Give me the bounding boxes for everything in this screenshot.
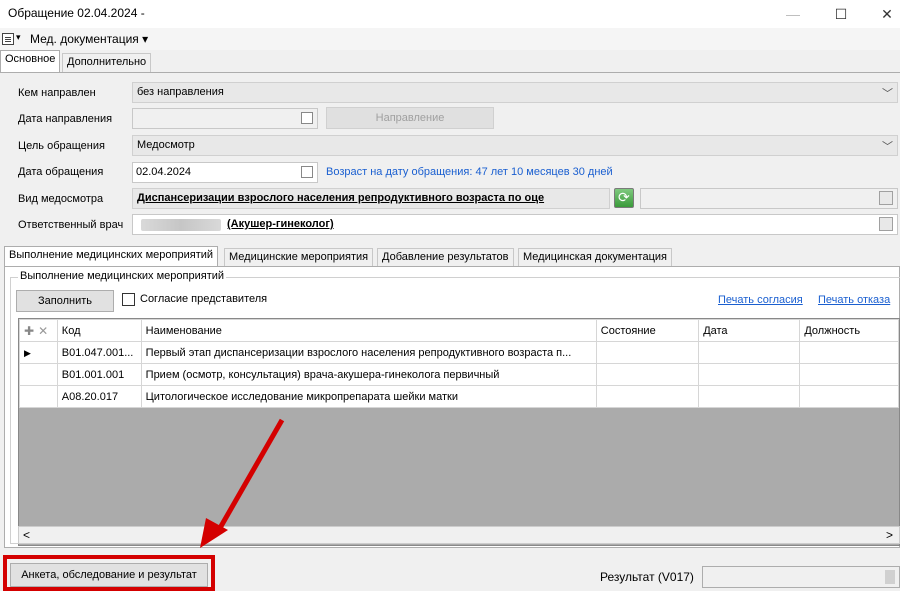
col-position[interactable]: Должность bbox=[799, 319, 899, 342]
cell-state[interactable] bbox=[595, 341, 700, 364]
highlight-box bbox=[3, 555, 215, 591]
cell-date[interactable] bbox=[698, 341, 801, 364]
title-bar: Обращение 02.04.2024 - — ☐ ✕ bbox=[0, 0, 900, 28]
calendar-icon[interactable] bbox=[301, 166, 313, 178]
grid-tools: ✚ ✕ bbox=[19, 319, 58, 342]
doctor-field[interactable]: (Акушер-гинеколог) bbox=[132, 214, 898, 235]
purpose-value: Медосмотр bbox=[137, 139, 195, 151]
dropdown-icon[interactable] bbox=[885, 570, 895, 584]
fill-button[interactable]: Заполнить bbox=[16, 290, 114, 312]
exam-type-combo[interactable]: Диспансеризации взрослого населения репр… bbox=[132, 188, 610, 209]
ellipsis-button[interactable] bbox=[879, 191, 893, 205]
col-state[interactable]: Состояние bbox=[595, 319, 700, 342]
scroll-right-icon[interactable]: > bbox=[886, 528, 893, 542]
col-name[interactable]: Наименование bbox=[140, 319, 597, 342]
visit-date-field[interactable]: 02.04.2024 bbox=[132, 162, 318, 183]
maximize-button[interactable]: ☐ bbox=[818, 0, 864, 28]
exam-type-label: Вид медосмотра bbox=[18, 193, 104, 205]
row-indicator: ▶ bbox=[19, 341, 58, 364]
tab-main[interactable]: Основное bbox=[0, 50, 61, 72]
cell-name[interactable]: Прием (осмотр, консультация) врача-акуше… bbox=[140, 363, 597, 386]
window-title: Обращение 02.04.2024 - bbox=[8, 6, 145, 20]
visit-date-label: Дата обращения bbox=[18, 166, 104, 178]
current-row-icon: ▶ bbox=[24, 347, 31, 358]
table-row[interactable]: A08.20.017 Цитологическое исследование м… bbox=[19, 385, 899, 408]
purpose-label: Цель обращения bbox=[18, 140, 105, 152]
group-title: Выполнение медицинских мероприятий bbox=[18, 270, 227, 282]
cell-name[interactable]: Первый этап диспансеризации взрослого на… bbox=[140, 341, 597, 364]
chevron-down-icon: ﹀ bbox=[882, 141, 893, 153]
document-menu-arrow[interactable]: ▾ bbox=[16, 32, 21, 43]
referral-date-field[interactable] bbox=[132, 108, 318, 129]
minimize-button[interactable]: — bbox=[770, 0, 816, 28]
consent-checkbox[interactable] bbox=[122, 293, 135, 306]
consent-checkbox-label: Согласие представителя bbox=[140, 293, 268, 305]
print-refusal-link[interactable]: Печать отказа bbox=[818, 294, 890, 306]
tab-execution[interactable]: Выполнение медицинских мероприятий bbox=[4, 246, 219, 267]
tab-med-events[interactable]: Медицинские мероприятия bbox=[224, 248, 374, 266]
table-row[interactable]: ▶ B01.047.001... Первый этап диспансериз… bbox=[19, 341, 899, 364]
delete-icon[interactable]: ✕ bbox=[38, 324, 48, 338]
table-row[interactable]: B01.001.001 Прием (осмотр, консультация)… bbox=[19, 363, 899, 386]
add-icon[interactable]: ✚ bbox=[24, 324, 34, 338]
referred-by-value: без направления bbox=[137, 86, 224, 98]
result-label: Результат (V017) bbox=[600, 570, 694, 584]
col-date[interactable]: Дата bbox=[698, 319, 801, 342]
calendar-icon[interactable] bbox=[301, 112, 313, 124]
row-indicator bbox=[19, 363, 58, 386]
cell-code[interactable]: A08.20.017 bbox=[56, 385, 142, 408]
col-code[interactable]: Код bbox=[56, 319, 142, 342]
cell-name[interactable]: Цитологическое исследование микропрепара… bbox=[140, 385, 597, 408]
doctor-specialty: (Акушер-гинеколог) bbox=[227, 218, 334, 230]
tab-med-docs[interactable]: Медицинская документация bbox=[518, 248, 672, 266]
exam-extra-field bbox=[640, 188, 898, 209]
table-header-row: ✚ ✕ Код Наименование Состояние Дата Должн… bbox=[19, 319, 899, 342]
menu-bar: ▾ Мед. документация ▾ bbox=[0, 28, 900, 50]
referred-by-combo[interactable]: без направления ﹀ bbox=[132, 82, 898, 103]
document-icon[interactable] bbox=[2, 33, 14, 45]
cell-code[interactable]: B01.001.001 bbox=[56, 363, 142, 386]
tab-add-results[interactable]: Добавление результатов bbox=[377, 248, 514, 266]
print-consent-link[interactable]: Печать согласия bbox=[718, 294, 803, 306]
med-docs-menu[interactable]: Мед. документация ▾ bbox=[30, 32, 148, 46]
doctor-label: Ответственный врач bbox=[18, 219, 124, 231]
chevron-down-icon: ﹀ bbox=[882, 88, 893, 100]
refresh-icon[interactable] bbox=[614, 188, 634, 208]
cell-position[interactable] bbox=[799, 385, 899, 408]
row-indicator bbox=[19, 385, 58, 408]
events-grid: ✚ ✕ Код Наименование Состояние Дата Должн… bbox=[18, 318, 900, 546]
cell-date[interactable] bbox=[698, 385, 801, 408]
scroll-left-icon[interactable]: < bbox=[23, 528, 30, 542]
close-button[interactable]: ✕ bbox=[864, 0, 900, 28]
result-field[interactable] bbox=[702, 566, 900, 588]
cell-position[interactable] bbox=[799, 363, 899, 386]
referral-date-label: Дата направления bbox=[18, 113, 113, 125]
cell-position[interactable] bbox=[799, 341, 899, 364]
redacted-name bbox=[141, 219, 221, 231]
cell-date[interactable] bbox=[698, 363, 801, 386]
cell-state[interactable] bbox=[595, 363, 700, 386]
events-table: ✚ ✕ Код Наименование Состояние Дата Должн… bbox=[19, 319, 899, 408]
exam-type-value: Диспансеризации взрослого населения репр… bbox=[137, 192, 545, 204]
horizontal-scrollbar[interactable]: < > bbox=[18, 526, 900, 544]
cell-code[interactable]: B01.047.001... bbox=[56, 341, 142, 364]
tab-additional[interactable]: Дополнительно bbox=[62, 53, 152, 72]
cell-state[interactable] bbox=[595, 385, 700, 408]
age-text: Возраст на дату обращения: 47 лет 10 мес… bbox=[326, 166, 613, 178]
top-tabs: Основное Дополнительно bbox=[0, 50, 900, 72]
referred-by-label: Кем направлен bbox=[18, 87, 96, 99]
ellipsis-button[interactable] bbox=[879, 217, 893, 231]
referral-button[interactable]: Направление bbox=[326, 107, 494, 129]
purpose-combo[interactable]: Медосмотр ﹀ bbox=[132, 135, 898, 156]
visit-date-value: 02.04.2024 bbox=[136, 166, 192, 178]
